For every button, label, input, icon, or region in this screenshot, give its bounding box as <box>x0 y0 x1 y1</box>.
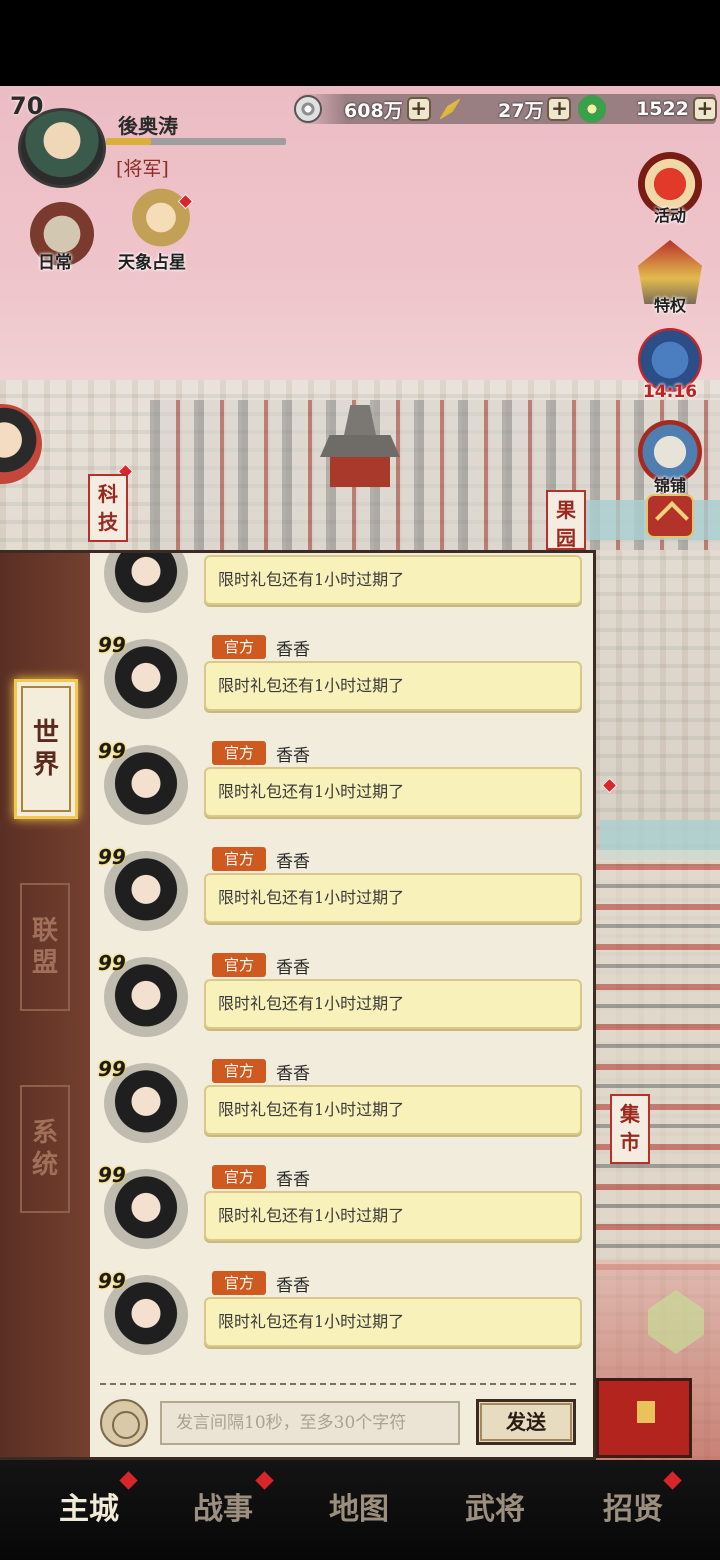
message-bubble: 限时礼包还有1小时过期了 <box>204 555 582 605</box>
tab-alliance[interactable]: 联 盟 <box>20 883 70 1011</box>
list-item: 99 官方 香香 限时礼包还有1小时过期了 <box>90 1163 590 1269</box>
list-item: 99 官方 香香 限时礼包还有1小时过期了 <box>90 633 590 739</box>
message-bubble: 限时礼包还有1小时过期了 <box>204 979 582 1029</box>
official-badge: 官方 <box>212 847 266 871</box>
sender-name[interactable]: 香香 <box>276 635 310 660</box>
daily-label: 日常 <box>38 253 72 273</box>
message-bubble: 限时礼包还有1小时过期了 <box>204 873 582 923</box>
player-name: 後奥涛 <box>118 114 178 138</box>
official-badge: 官方 <box>212 953 266 977</box>
chat-input[interactable]: 发言间隔10秒，至多30个字符 <box>160 1401 460 1445</box>
vip-level: 99 <box>98 1269 126 1293</box>
sender-name[interactable]: 香香 <box>276 1271 310 1296</box>
orchard-building-tag[interactable]: 果园 <box>546 490 586 550</box>
tab-alliance-char1: 联 <box>31 916 58 946</box>
list-item: 99 官方 香香 限时礼包还有1小时过期了 <box>90 1057 590 1163</box>
list-item: 99 官方 香香 限时礼包还有1小时过期了 <box>90 845 590 951</box>
sender-name[interactable]: 香香 <box>276 553 310 554</box>
event-timer: 14:16 <box>642 382 698 402</box>
tab-world[interactable]: 世 界 <box>14 679 78 819</box>
experience-fill <box>106 138 151 145</box>
message-list[interactable]: 99 官方 香香 限时礼包还有1小时过期了 99 官方 香香 限时礼包还有1小时… <box>90 553 590 1377</box>
emoji-smiley-icon[interactable] <box>100 1399 148 1447</box>
resource-grain: 27万 + <box>436 94 572 124</box>
vip-level: 99 <box>98 1057 126 1081</box>
tab-system-char1: 系 <box>31 1118 58 1148</box>
player-rank: [将军] <box>116 158 169 180</box>
nav-map[interactable]: 地图 <box>304 1484 414 1528</box>
official-badge: 官方 <box>212 1165 266 1189</box>
nav-recruit[interactable]: 招贤 <box>578 1484 688 1528</box>
send-button[interactable]: 发送 <box>476 1399 576 1445</box>
list-item: 99 官方 香香 限时礼包还有1小时过期了 <box>90 553 590 633</box>
list-item: 99 官方 香香 限时礼包还有1小时过期了 <box>90 951 590 1057</box>
privilege-label: 特权 <box>653 296 686 315</box>
jade-icon <box>578 95 606 123</box>
message-bubble: 限时礼包还有1小时过期了 <box>204 1191 582 1241</box>
tab-system-char2: 统 <box>31 1150 58 1180</box>
chat-tab-column: 世 界 联 盟 系 统 <box>0 553 90 1457</box>
collapse-chevron-up-icon[interactable] <box>646 494 694 538</box>
official-badge: 官方 <box>212 1271 266 1295</box>
message-bubble: 限时礼包还有1小时过期了 <box>204 767 582 817</box>
game-screen: 70 後奥涛 [将军] 608万 + 27万 + 1522 + 日常 天象占星 … <box>0 0 720 1560</box>
list-item: 99 官方 香香 限时礼包还有1小时过期了 <box>90 1269 590 1375</box>
resource-copper: 608万 + <box>294 94 431 124</box>
tech-building-tag[interactable]: 科技 <box>88 474 128 542</box>
copper-value: 608万 <box>344 99 403 122</box>
treasure-chest-icon[interactable] <box>596 1378 692 1458</box>
tab-alliance-char2: 盟 <box>31 948 58 978</box>
sender-avatar[interactable] <box>104 553 188 613</box>
nav-main-city[interactable]: 主城 <box>34 1484 144 1528</box>
vip-level: 99 <box>98 1163 126 1187</box>
sender-name[interactable]: 香香 <box>276 741 310 766</box>
input-divider <box>100 1383 580 1385</box>
tab-world-char2: 界 <box>32 750 59 780</box>
resource-jade: 1522 + <box>578 94 717 124</box>
nav-battles[interactable]: 战事 <box>168 1484 278 1528</box>
vip-level: 99 <box>98 633 126 657</box>
palace-building[interactable] <box>300 395 420 505</box>
add-copper-button[interactable]: + <box>406 97 431 121</box>
nav-generals[interactable]: 武将 <box>440 1484 550 1528</box>
astrology-label: 天象占星 <box>118 253 186 273</box>
shop-label: 锦铺 <box>653 476 686 495</box>
market-district[interactable] <box>596 850 720 1270</box>
message-bubble: 限时礼包还有1小时过期了 <box>204 661 582 711</box>
player-level: 70 <box>10 92 44 120</box>
grain-value: 27万 <box>498 99 544 122</box>
sender-name[interactable]: 香香 <box>276 1059 310 1084</box>
list-item: 99 官方 香香 限时礼包还有1小时过期了 <box>90 739 590 845</box>
vip-level: 99 <box>98 739 126 763</box>
grain-icon <box>438 97 462 121</box>
official-badge: 官方 <box>212 635 266 659</box>
sender-name[interactable]: 香香 <box>276 1165 310 1190</box>
experience-bar <box>106 138 286 145</box>
sender-name[interactable]: 香香 <box>276 953 310 978</box>
message-bubble: 限时礼包还有1小时过期了 <box>204 1085 582 1135</box>
activity-label: 活动 <box>653 206 686 225</box>
copper-coin-icon <box>294 95 322 123</box>
vip-level: 99 <box>98 845 126 869</box>
market-building-tag[interactable]: 集市 <box>610 1094 650 1164</box>
chat-panel: 世 界 联 盟 系 统 99 官方 香香 限时礼包还有1小时过期了 9 <box>0 550 596 1460</box>
player-avatar[interactable] <box>18 108 106 188</box>
jade-value: 1522 <box>636 98 689 120</box>
tab-world-char1: 世 <box>32 718 59 748</box>
sender-name[interactable]: 香香 <box>276 847 310 872</box>
add-jade-button[interactable]: + <box>692 97 717 121</box>
official-badge: 官方 <box>212 741 266 765</box>
vip-level: 99 <box>98 951 126 975</box>
add-grain-button[interactable]: + <box>547 97 572 121</box>
tab-system[interactable]: 系 统 <box>20 1085 70 1213</box>
official-badge: 官方 <box>212 1059 266 1083</box>
message-bubble: 限时礼包还有1小时过期了 <box>204 1297 582 1347</box>
